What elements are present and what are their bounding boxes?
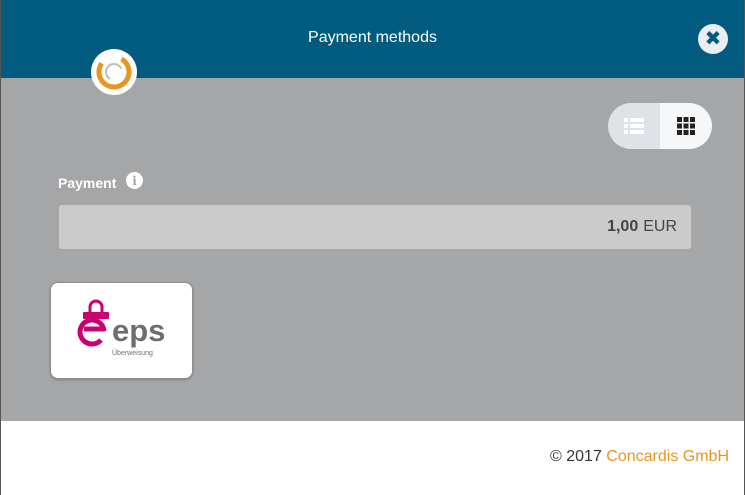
modal-title: Payment methods	[308, 29, 437, 46]
svg-text:Überweisung: Überweisung	[112, 349, 153, 357]
eps-logo-icon: eps Überweisung	[77, 299, 165, 357]
grid-view-icon	[677, 117, 695, 135]
copyright-prefix: © 2017	[550, 448, 602, 465]
concardis-ring-icon	[96, 54, 132, 90]
list-view-button[interactable]	[608, 103, 660, 149]
payment-label: Payment	[58, 175, 117, 191]
payment-method-eps[interactable]: eps Überweisung	[50, 282, 193, 379]
list-view-icon	[624, 118, 644, 134]
modal-footer: © 2017 Concardis GmbH	[1, 421, 744, 495]
concardis-logo	[91, 49, 137, 95]
amount-value: 1,00	[607, 218, 639, 235]
info-icon[interactable]: i	[126, 172, 143, 189]
close-icon: ✖	[704, 28, 722, 50]
modal-body: Payment i 1,00 EUR eps Überweisung	[1, 78, 744, 421]
grid-view-button[interactable]	[660, 103, 712, 149]
svg-text:eps: eps	[112, 313, 165, 348]
close-button[interactable]: ✖	[698, 24, 728, 54]
payment-amount-field: 1,00 EUR	[58, 204, 692, 250]
payment-modal: Payment methods ✖ Payment i 1,00 EUR eps…	[0, 0, 745, 495]
company-link[interactable]: Concardis GmbH	[606, 448, 729, 465]
amount-currency: EUR	[643, 218, 677, 235]
view-toggle	[608, 103, 712, 149]
copyright-text: © 2017 Concardis GmbH	[550, 448, 729, 466]
